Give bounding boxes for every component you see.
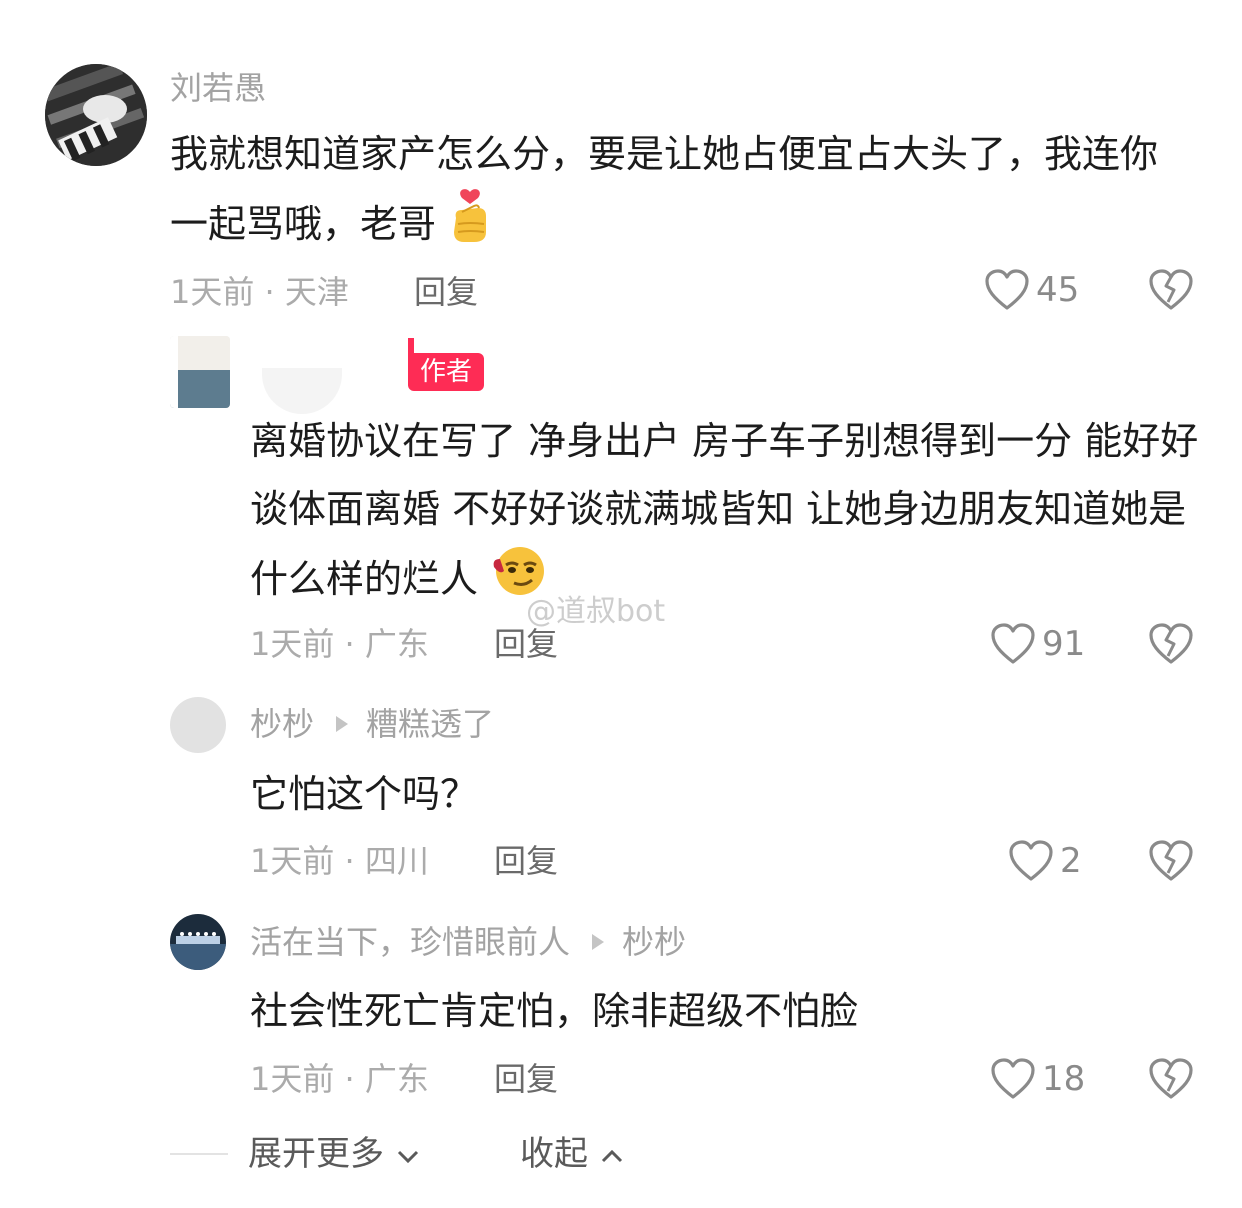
dislike-button[interactable] — [1148, 839, 1194, 887]
username: 活在当下，珍惜眼前人 杪杪 — [250, 922, 686, 962]
like-count: 45 — [1036, 270, 1080, 310]
comment-text: 它怕这个吗？ — [250, 772, 479, 816]
comment-text: 社会性死亡肯定怕，除非超级不怕脸 — [250, 989, 859, 1033]
username-text[interactable]: 杪杪 — [250, 705, 314, 743]
comment-text-body: 离婚协议在写了 净身出户 房子车子别想得到一分 能好好谈体面离婚 不好好谈就满城… — [250, 419, 1199, 601]
reply-button[interactable]: 回复 — [494, 841, 558, 881]
comment-meta: 1天前 · 广东 — [250, 625, 429, 663]
heart-icon — [1009, 840, 1053, 881]
reply-arrow-icon — [592, 934, 605, 950]
expand-more-label: 展开更多 — [248, 1134, 384, 1174]
badge-accent — [408, 338, 414, 366]
dislike-button[interactable] — [1148, 268, 1194, 316]
broken-heart-icon — [1149, 623, 1193, 664]
reply-to-username[interactable]: 杪杪 — [622, 923, 686, 961]
finger-heart-emoji-icon — [448, 188, 492, 265]
dislike-button[interactable] — [1148, 622, 1194, 670]
heart-icon — [985, 269, 1029, 310]
reply-to-username[interactable]: 糟糕透了 — [366, 705, 494, 743]
username-text[interactable]: 活在当下，珍惜眼前人 — [250, 923, 570, 961]
comment-text-body: 我就想知道家产怎么分，要是让她占便宜占大头了，我连你一起骂哦，老哥 — [170, 132, 1159, 246]
chevron-down-icon — [397, 1150, 418, 1163]
username[interactable]: 刘若愚 — [170, 68, 266, 108]
username: 杪杪 糟糕透了 — [250, 704, 494, 744]
like-count: 91 — [1042, 624, 1086, 664]
avatar[interactable] — [170, 914, 226, 970]
like-count: 2 — [1060, 841, 1082, 881]
collapse-button[interactable]: 收起 — [520, 1134, 625, 1174]
reply-button[interactable]: 回复 — [494, 624, 558, 664]
comment-text: 离婚协议在写了 净身出户 房子车子别想得到一分 能好好谈体面离婚 不好好谈就满城… — [250, 407, 1200, 620]
avatar[interactable] — [170, 336, 230, 408]
avatar[interactable] — [170, 697, 226, 753]
collapse-label: 收起 — [520, 1134, 588, 1174]
reply-button[interactable]: 回复 — [494, 1059, 558, 1099]
reply-button[interactable]: 回复 — [414, 272, 478, 312]
like-button[interactable]: 18 — [990, 1057, 1085, 1101]
heart-icon — [991, 1058, 1035, 1099]
like-button[interactable]: 2 — [1008, 839, 1082, 883]
like-count: 18 — [1042, 1059, 1086, 1099]
chevron-up-icon — [601, 1149, 622, 1162]
expand-more-button[interactable]: 展开更多 — [248, 1134, 421, 1174]
comment-meta: 1天前 · 广东 — [250, 1060, 429, 1098]
comment-text: 我就想知道家产怎么分，要是让她占便宜占大头了，我连你一起骂哦，老哥 — [170, 120, 1180, 265]
broken-heart-icon — [1149, 269, 1193, 310]
broken-heart-icon — [1149, 840, 1193, 881]
dislike-button[interactable] — [1148, 1057, 1194, 1105]
comment-meta: 1天前 · 天津 — [170, 273, 349, 311]
author-badge: 作者 — [408, 353, 485, 391]
like-button[interactable]: 91 — [990, 622, 1085, 666]
heart-icon — [991, 623, 1035, 664]
reply-arrow-icon — [336, 716, 349, 732]
avatar[interactable] — [45, 64, 147, 166]
comment-meta: 1天前 · 四川 — [250, 842, 429, 880]
like-button[interactable]: 45 — [984, 268, 1079, 312]
broken-heart-icon — [1149, 1058, 1193, 1099]
footer-divider — [170, 1153, 228, 1155]
